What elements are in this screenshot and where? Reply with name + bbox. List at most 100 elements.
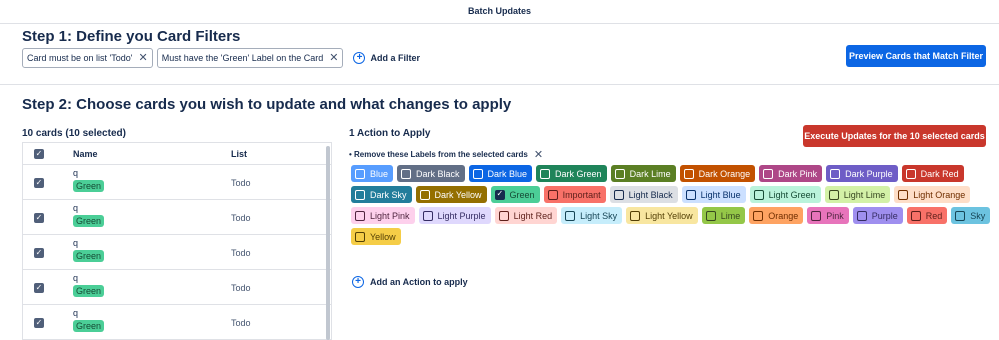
label-option[interactable]: Light Sky <box>561 207 623 224</box>
checkbox-icon[interactable] <box>910 210 921 221</box>
label-option-text: Pink <box>826 210 844 221</box>
label-option[interactable]: Dark Orange <box>679 165 756 182</box>
label-option-text: Light Orange <box>913 189 966 200</box>
label-option[interactable]: Dark Yellow <box>415 186 487 203</box>
label-option[interactable]: Dark Purple <box>826 165 898 182</box>
label-option[interactable]: Dark Lime <box>610 165 676 182</box>
select-all-checkbox[interactable]: ✓ <box>34 149 44 159</box>
checkbox-icon[interactable] <box>422 210 433 221</box>
label-option[interactable]: Sky <box>951 207 991 224</box>
label-option[interactable]: Light Purple <box>418 207 491 224</box>
checkbox-icon[interactable] <box>898 189 909 200</box>
cards-table: ✓ Name List ✓ q Green Todo ✓ q Green Tod… <box>22 142 332 340</box>
card-list: Todo <box>231 248 251 258</box>
label-option-text: Blue <box>370 168 389 179</box>
checkbox-icon[interactable] <box>828 189 839 200</box>
checkbox-icon[interactable] <box>683 168 694 179</box>
close-icon[interactable]: ✕ <box>329 52 338 64</box>
row-checkbox[interactable]: ✓ <box>34 248 44 258</box>
table-row[interactable]: ✓ q Green Todo <box>23 235 331 270</box>
label-option[interactable]: Dark Sky <box>351 186 412 203</box>
label-option[interactable]: Light Black <box>609 186 678 203</box>
preview-cards-button[interactable]: Preview Cards that Match Filter <box>846 45 986 67</box>
checkbox-icon[interactable] <box>472 168 483 179</box>
step1-heading: Step 1: Define you Card Filters <box>22 28 241 45</box>
label-option[interactable]: Pink <box>807 207 849 224</box>
label-option[interactable]: Light Pink <box>351 207 415 224</box>
close-icon[interactable]: ✕ <box>534 148 543 161</box>
label-option[interactable]: Important <box>543 186 606 203</box>
table-scrollbar[interactable] <box>326 146 330 340</box>
checkbox-icon[interactable] <box>685 189 696 200</box>
checkbox-icon[interactable] <box>905 168 916 179</box>
checkbox-icon[interactable] <box>955 210 966 221</box>
label-option[interactable]: Dark Red <box>901 165 964 182</box>
label-option-text: Dark Sky <box>370 189 407 200</box>
label-option[interactable]: Dark Black <box>397 165 465 182</box>
label-option[interactable]: Light Yellow <box>626 207 698 224</box>
checkbox-icon[interactable] <box>614 168 625 179</box>
label-option-text: Dark Orange <box>698 168 751 179</box>
row-checkbox[interactable]: ✓ <box>34 178 44 188</box>
title-bar: Batch Updates <box>0 0 999 24</box>
checkbox-icon[interactable] <box>547 189 558 200</box>
execute-updates-button[interactable]: Execute Updates for the 10 selected card… <box>803 125 986 147</box>
section-divider <box>0 84 999 85</box>
label-option[interactable]: Light Green <box>749 186 821 203</box>
row-checkbox[interactable]: ✓ <box>34 318 44 328</box>
filter-chip[interactable]: Card must be on list 'Todo' ✕ <box>22 48 153 68</box>
label-option[interactable]: Light Red <box>494 207 558 224</box>
table-row[interactable]: ✓ q Green Todo <box>23 305 331 340</box>
card-list: Todo <box>231 178 251 188</box>
label-option-text: Dark Green <box>555 168 602 179</box>
label-option[interactable]: Lime <box>701 207 746 224</box>
checkbox-icon[interactable] <box>540 168 551 179</box>
add-filter-button[interactable]: + Add a Filter <box>353 52 420 64</box>
table-row[interactable]: ✓ q Green Todo <box>23 200 331 235</box>
label-option-text: Green <box>509 189 535 200</box>
checkbox-icon[interactable] <box>705 210 716 221</box>
label-option[interactable]: Dark Blue <box>468 165 533 182</box>
checkbox-icon[interactable] <box>355 231 365 242</box>
checkbox-icon[interactable] <box>811 210 822 221</box>
add-action-button[interactable]: + Add an Action to apply <box>352 276 468 288</box>
label-option[interactable]: Dark Pink <box>759 165 823 182</box>
label-option[interactable]: Green <box>490 186 540 203</box>
column-header-name: Name <box>73 149 98 159</box>
filter-chip[interactable]: Must have the 'Green' Label on the Card … <box>156 48 344 68</box>
checkbox-icon[interactable] <box>494 189 505 200</box>
table-row[interactable]: ✓ q Green Todo <box>23 165 331 200</box>
row-checkbox[interactable]: ✓ <box>34 283 44 293</box>
label-option[interactable]: Orange <box>749 207 804 224</box>
label-option[interactable]: Purple <box>852 207 903 224</box>
checkbox-icon[interactable] <box>498 210 509 221</box>
checkbox-icon[interactable] <box>419 189 430 200</box>
filter-list: Card must be on list 'Todo' ✕ Must have … <box>22 48 420 68</box>
checkbox-icon[interactable] <box>613 189 624 200</box>
actions-title: 1 Action to Apply <box>349 128 431 139</box>
label-option-text: Dark Pink <box>778 168 818 179</box>
label-option[interactable]: Yellow <box>351 228 401 245</box>
checkbox-icon[interactable] <box>355 210 365 221</box>
checkbox-icon[interactable] <box>630 210 641 221</box>
checkbox-icon[interactable] <box>753 189 764 200</box>
label-option[interactable]: Light Orange <box>894 186 971 203</box>
label-option[interactable]: Light Lime <box>824 186 891 203</box>
checkbox-icon[interactable] <box>856 210 867 221</box>
checkbox-icon[interactable] <box>753 210 764 221</box>
checkbox-icon[interactable] <box>355 168 365 179</box>
table-row[interactable]: ✓ q Green Todo <box>23 270 331 305</box>
checkbox-icon[interactable] <box>830 168 841 179</box>
label-option[interactable]: Light Blue <box>681 186 746 203</box>
cards-count-title: 10 cards (10 selected) <box>22 128 126 139</box>
checkbox-icon[interactable] <box>565 210 576 221</box>
checkbox-icon[interactable] <box>401 168 412 179</box>
label-option[interactable]: Dark Green <box>536 165 607 182</box>
row-checkbox[interactable]: ✓ <box>34 213 44 223</box>
label-option[interactable]: Blue <box>351 165 394 182</box>
label-option-text: Light Green <box>768 189 816 200</box>
close-icon[interactable]: ✕ <box>139 52 148 64</box>
checkbox-icon[interactable] <box>763 168 774 179</box>
label-option[interactable]: Red <box>906 207 948 224</box>
checkbox-icon[interactable] <box>355 189 365 200</box>
